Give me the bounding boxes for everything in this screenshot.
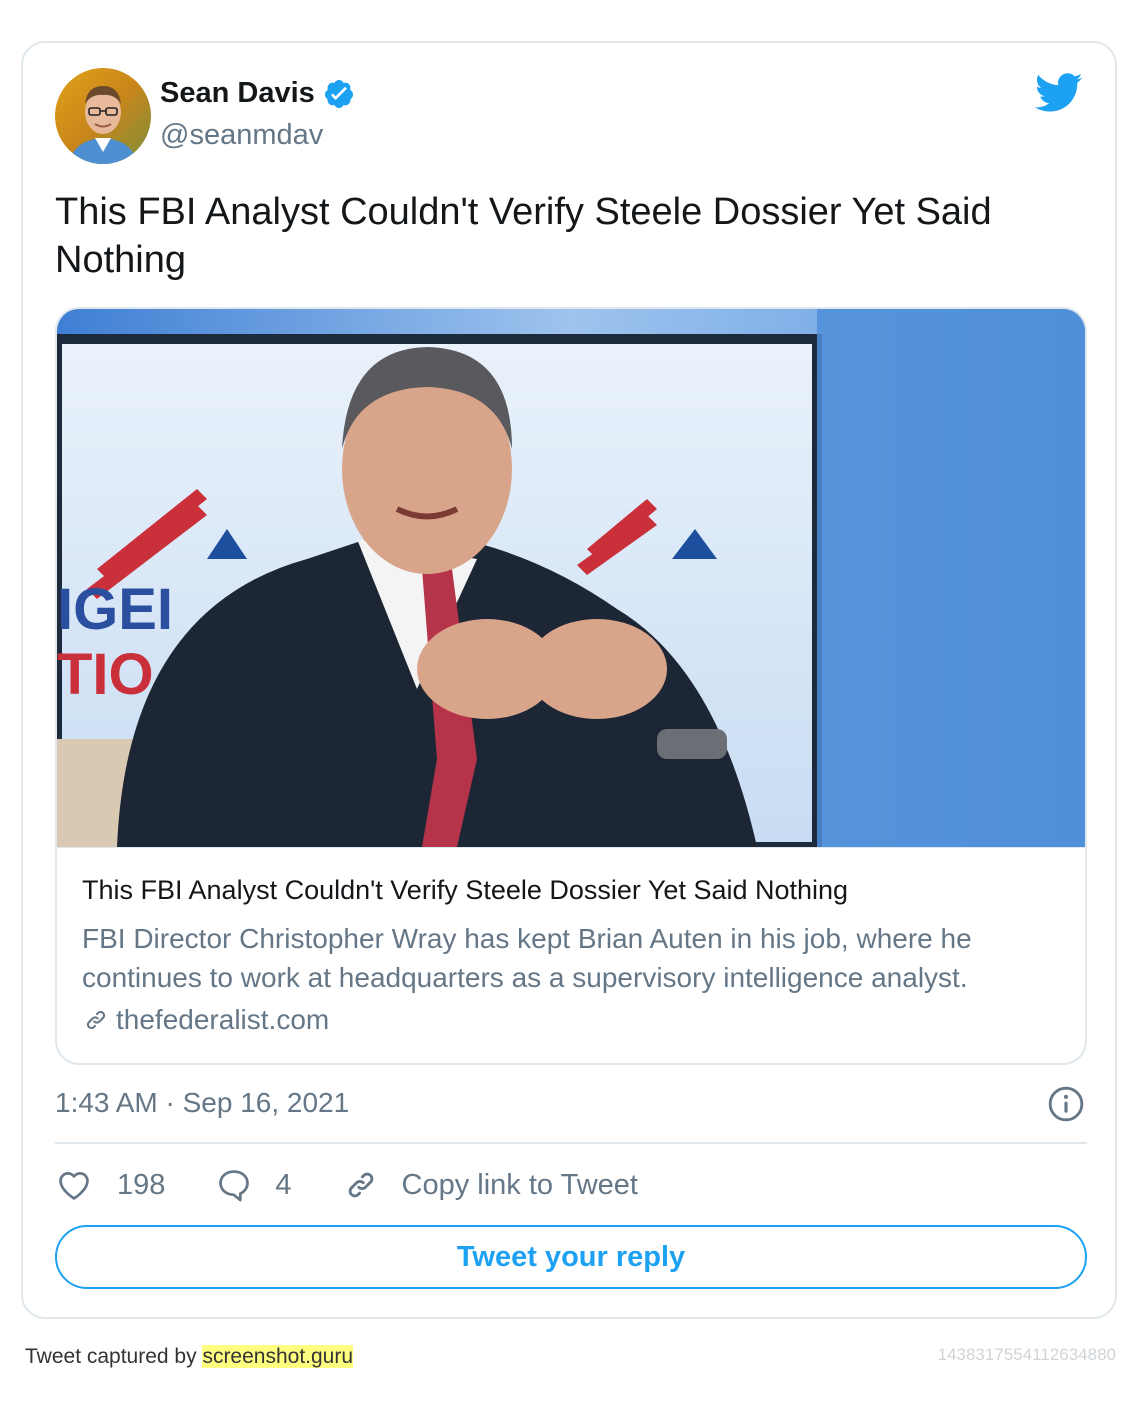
like-count: 198 — [117, 1168, 166, 1201]
reply-count-button[interactable]: 4 — [215, 1166, 292, 1204]
tweet-reply-button[interactable]: Tweet your reply — [55, 1225, 1087, 1289]
like-button[interactable]: 198 — [55, 1166, 165, 1204]
comment-icon — [219, 1170, 250, 1202]
svg-text:IGEI: IGEI — [57, 577, 173, 642]
tweet-actions: 198 4 Copy link to Tweet — [55, 1165, 688, 1205]
info-icon[interactable] — [1047, 1085, 1085, 1123]
copy-link-label: Copy link to Tweet — [401, 1168, 638, 1201]
reply-count: 4 — [275, 1168, 292, 1201]
link-title[interactable]: This FBI Analyst Couldn't Verify Steele … — [82, 875, 848, 906]
heart-icon — [59, 1172, 89, 1200]
twitter-bird-icon[interactable] — [1035, 73, 1083, 113]
author-name-row[interactable]: Sean Davis — [160, 77, 355, 110]
screenshot-guru-link[interactable]: screenshot.guru — [202, 1345, 354, 1368]
tweet-card: Sean Davis @seanmdav This FBI Analyst Co… — [21, 41, 1117, 1319]
divider — [55, 1142, 1087, 1144]
link-icon — [86, 1010, 106, 1030]
copy-link-button[interactable]: Copy link to Tweet — [342, 1166, 638, 1204]
avatar[interactable] — [55, 68, 151, 164]
link-domain-row[interactable]: thefederalist.com — [82, 1004, 329, 1036]
capture-footer: Tweet captured by screenshot.guru — [25, 1345, 354, 1369]
verified-badge-icon — [324, 79, 353, 108]
tweet-text: This FBI Analyst Couldn't Verify Steele … — [55, 191, 992, 281]
author-name[interactable]: Sean Davis — [160, 77, 315, 110]
svg-text:TIO: TIO — [57, 642, 154, 707]
captured-by-label: Tweet captured by — [25, 1345, 203, 1368]
link-description: FBI Director Christopher Wray has kept B… — [82, 923, 972, 993]
tweet-id: 1438317554112634880 — [937, 1345, 1116, 1364]
link-preview-image: IGEI TIO — [57, 309, 1085, 852]
link-domain[interactable]: thefederalist.com — [116, 1004, 329, 1036]
author-handle[interactable]: @seanmdav — [160, 119, 323, 152]
link-preview-card[interactable]: IGEI TIO This FBI Analyst Couldn't Verif… — [55, 307, 1087, 1065]
link-icon — [348, 1172, 373, 1198]
tweet-timestamp[interactable]: 1:43 AM · Sep 16, 2021 — [55, 1087, 349, 1119]
